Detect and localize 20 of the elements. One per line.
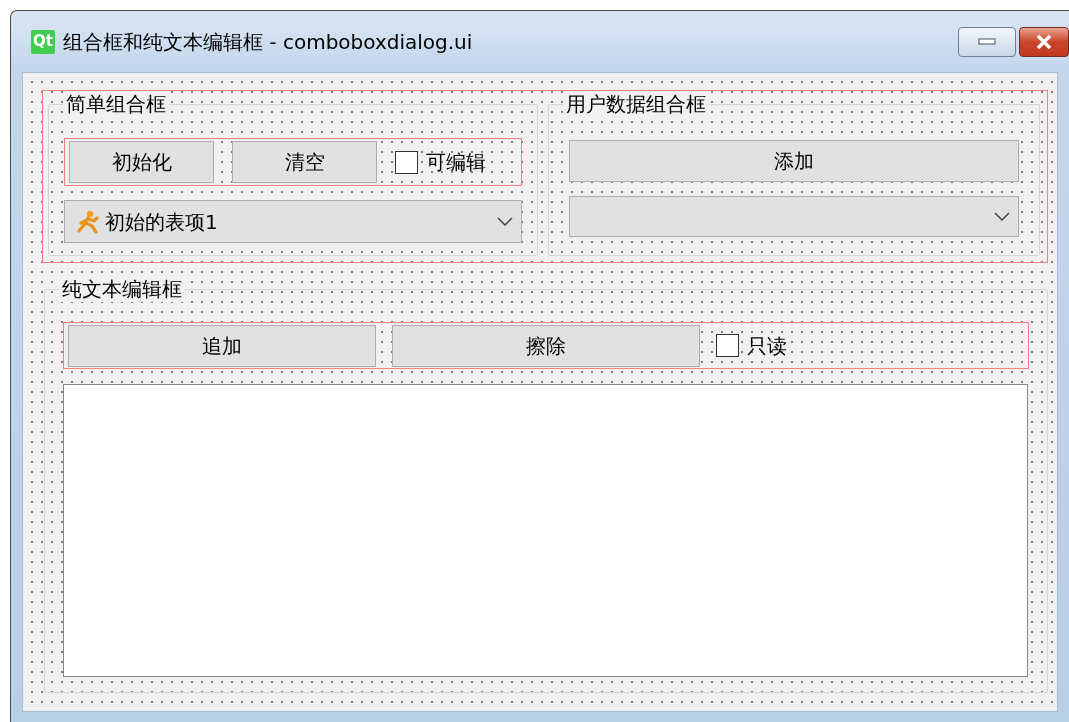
app-logo: Qt (31, 29, 55, 54)
push-button[interactable]: 添加 (569, 140, 1019, 182)
chevron-down-icon (994, 211, 1010, 222)
running-figure-icon (77, 209, 99, 234)
push-button[interactable]: 擦除 (392, 324, 700, 367)
group-title: 纯文本编辑框 (59, 276, 185, 302)
push-button[interactable]: 清空 (232, 141, 377, 183)
checkbox[interactable]: 可编辑 (395, 147, 486, 177)
combo-box[interactable]: 初始的表项1 (64, 200, 522, 243)
group-title: 用户数据组合框 (563, 91, 709, 117)
close-icon (1035, 33, 1053, 50)
minimize-icon (978, 37, 996, 46)
minimize-button[interactable] (958, 26, 1016, 57)
group-title: 简单组合框 (63, 91, 169, 117)
checkbox[interactable]: 只读 (716, 330, 787, 361)
push-button[interactable]: 初始化 (69, 141, 214, 183)
push-button[interactable]: 追加 (68, 324, 376, 367)
chevron-down-icon (497, 216, 513, 227)
window-title: 组合框和纯文本编辑框 - comboboxdialog.ui (63, 28, 473, 56)
close-button[interactable] (1019, 26, 1069, 57)
